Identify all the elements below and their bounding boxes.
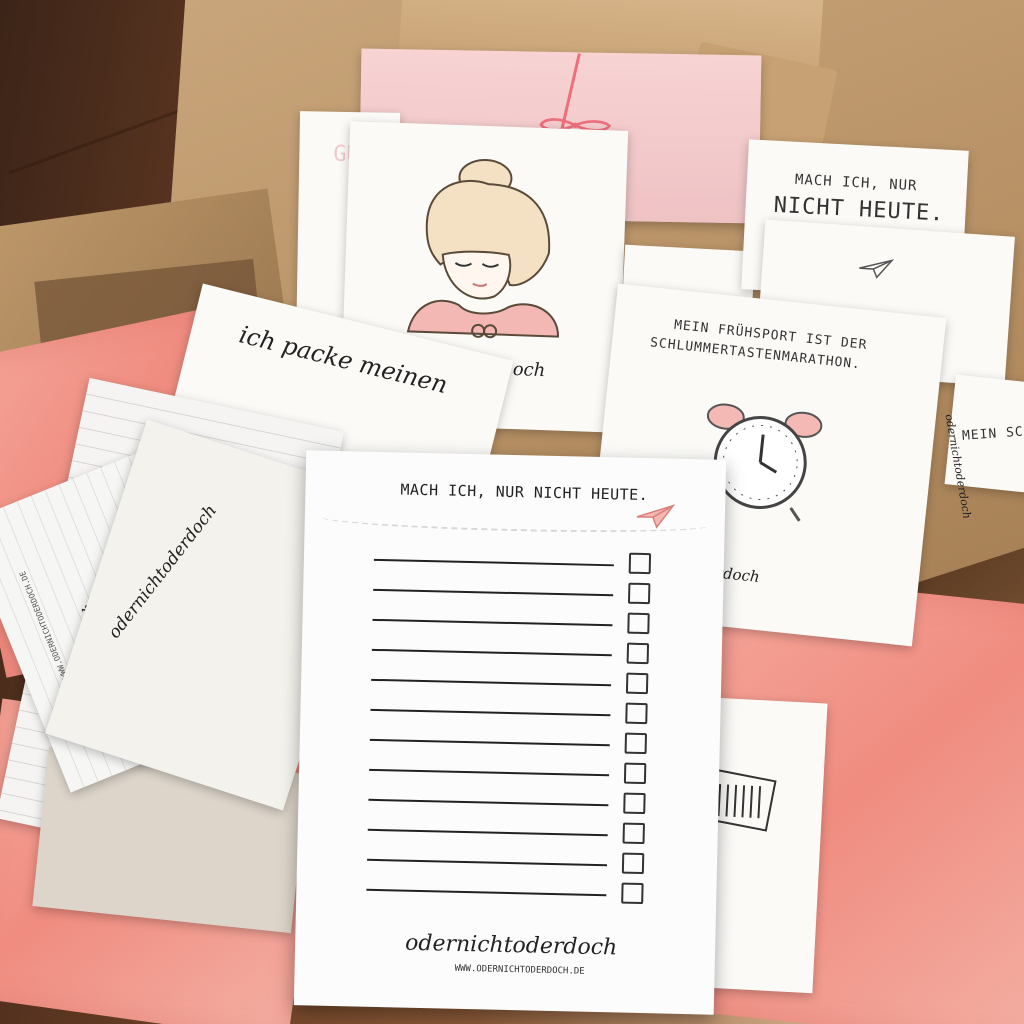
- notepad-line: [366, 888, 607, 897]
- photo-scene: GUT odernichtoderdoch MACH ICH, NUR NICH…: [0, 0, 1024, 1024]
- notepad-checkbox: [623, 792, 646, 815]
- notepad-line: [368, 798, 609, 807]
- card-side-brand-text: odernichtoderdoch: [104, 501, 222, 643]
- card-top-right-line1: MACH ICH, NUR: [794, 171, 918, 195]
- notepad-checkbox: [624, 732, 648, 755]
- notepad-title: MACH ICH, NUR NICHT HEUTE.: [400, 480, 649, 505]
- notepad-line: [371, 648, 612, 657]
- notepad-checkbox: [623, 762, 647, 785]
- notepad-checkbox: [625, 672, 649, 695]
- girl-illustration-icon: [406, 158, 559, 339]
- notepad-brand: odernichtoderdoch: [404, 930, 618, 961]
- notepad-line: [373, 558, 614, 567]
- notepad-line: [371, 678, 612, 687]
- card-far-right-text: MEIN SC: [961, 424, 1024, 444]
- notepad-checkbox: [622, 822, 645, 845]
- notepad-line: [369, 768, 610, 777]
- notepad-checkbox: [626, 642, 650, 665]
- notepad-checkbox: [621, 882, 644, 905]
- paper-plane-icon: [859, 259, 895, 279]
- notepad-checkbox: [625, 702, 648, 725]
- notepad-checkbox: [628, 552, 652, 575]
- notepad-todo: MACH ICH, NUR NICHT HEUTE. odernichtoder…: [293, 450, 727, 1015]
- notepad-line: [367, 858, 608, 867]
- notepad-line: [372, 618, 613, 627]
- card-alarm-side-text: odernichtoderdoch: [942, 413, 974, 520]
- notepad-line: [369, 738, 610, 747]
- notepad-checkbox: [621, 852, 645, 875]
- card-vertical-url: WWW.ODERNICHTODERDOCH.DE: [17, 569, 70, 681]
- notepad-checkbox: [627, 582, 651, 605]
- notepad-line: [370, 708, 611, 717]
- notepad-url: WWW.ODERNICHTODERDOCH.DE: [454, 963, 585, 977]
- notepad-checkbox: [627, 612, 650, 635]
- notepad-line: [373, 588, 614, 597]
- notepad-line: [367, 828, 608, 837]
